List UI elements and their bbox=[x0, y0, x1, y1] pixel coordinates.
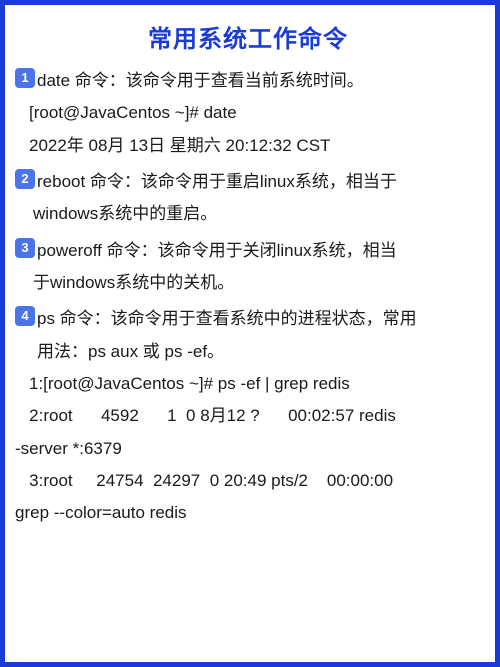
item-3-head: poweroff 命令：该命令用于关闭linux系统，相当 bbox=[37, 238, 481, 264]
item-1: 1 date 命令：该命令用于查看当前系统时间。 bbox=[15, 68, 481, 94]
item-3-cont: 于windows系统中的关机。 bbox=[33, 270, 481, 296]
item-2-head: reboot 命令：该命令用于重启linux系统，相当于 bbox=[37, 169, 481, 195]
item-3: 3 poweroff 命令：该命令用于关闭linux系统，相当 bbox=[15, 238, 481, 264]
item-1-output: 2022年 08月 13日 星期六 20:12:32 CST bbox=[29, 133, 481, 159]
item-1-head: date 命令：该命令用于查看当前系统时间。 bbox=[37, 68, 481, 94]
item-1-cmd: [root@JavaCentos ~]# date bbox=[29, 100, 481, 126]
badge-3-icon: 3 bbox=[15, 238, 35, 258]
item-4-head: ps 命令：该命令用于查看系统中的进程状态，常用 bbox=[37, 306, 481, 332]
item-4-cont: 用法：ps aux 或 ps -ef。 bbox=[37, 339, 481, 365]
item-2: 2 reboot 命令：该命令用于重启linux系统，相当于 bbox=[15, 169, 481, 195]
badge-2-icon: 2 bbox=[15, 169, 35, 189]
document-page: 常用系统工作命令 1 date 命令：该命令用于查看当前系统时间。 [root@… bbox=[0, 0, 500, 667]
item-4-out1: 1:[root@JavaCentos ~]# ps -ef | grep red… bbox=[29, 371, 481, 397]
item-4-out3b: grep --color=auto redis bbox=[15, 500, 481, 526]
badge-1-icon: 1 bbox=[15, 68, 35, 88]
item-4-out2: 2:root 4592 1 0 8月12 ? 00:02:57 redis bbox=[15, 403, 481, 429]
item-4-out3: 3:root 24754 24297 0 20:49 pts/2 00:00:0… bbox=[15, 468, 481, 494]
page-title: 常用系统工作命令 bbox=[15, 19, 481, 54]
item-4: 4 ps 命令：该命令用于查看系统中的进程状态，常用 bbox=[15, 306, 481, 332]
item-2-cont: windows系统中的重启。 bbox=[33, 201, 481, 227]
item-4-out2b: -server *:6379 bbox=[15, 436, 481, 462]
badge-4-icon: 4 bbox=[15, 306, 35, 326]
